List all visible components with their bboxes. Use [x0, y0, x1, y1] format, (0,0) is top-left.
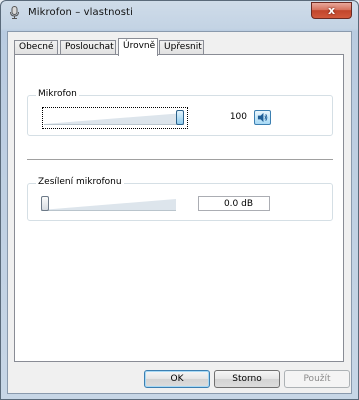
microphone-boost-slider[interactable]: [41, 195, 176, 213]
close-button[interactable]: x: [311, 2, 352, 19]
microphone-icon: [10, 6, 19, 19]
slider-track: [44, 113, 184, 125]
separator: [27, 159, 333, 160]
tab-advanced[interactable]: Upřesnit: [159, 40, 204, 54]
window-title: Mikrofon – vlastnosti: [28, 7, 133, 18]
dialog-body: Obecné Poslouchat Úrovně Upřesnit Mikrof…: [7, 31, 352, 394]
title-bar[interactable]: Mikrofon – vlastnosti x: [1, 1, 358, 26]
apply-button[interactable]: Použít: [284, 370, 350, 388]
tab-general[interactable]: Obecné: [14, 40, 58, 54]
levels-panel: Mikrofon 100 Zesílení mikrofonu 0.0 dB: [14, 54, 344, 362]
slider-track: [41, 199, 176, 211]
microphone-group-label: Mikrofon: [36, 88, 79, 100]
microphone-boost-label: Zesílení mikrofonu: [36, 176, 124, 188]
microphone-boost-group: Zesílení mikrofonu 0.0 dB: [27, 176, 333, 221]
tab-listen[interactable]: Poslouchat: [60, 40, 116, 54]
boost-slider-thumb[interactable]: [41, 196, 49, 211]
ok-button[interactable]: OK: [144, 370, 210, 388]
tab-levels[interactable]: Úrovně: [118, 38, 158, 56]
speaker-icon: [257, 112, 268, 123]
boost-value-field: 0.0 dB: [198, 196, 270, 211]
microphone-level-slider[interactable]: [44, 109, 184, 127]
mute-button[interactable]: [254, 110, 271, 125]
microphone-level-value: 100: [229, 112, 247, 122]
properties-window: Mikrofon – vlastnosti x Obecné Posloucha…: [0, 0, 359, 400]
microphone-slider-thumb[interactable]: [176, 110, 184, 125]
close-icon: x: [327, 4, 336, 17]
boost-value: 0.0 dB: [223, 199, 253, 209]
microphone-group: Mikrofon 100: [27, 88, 333, 136]
cancel-button[interactable]: Storno: [214, 370, 280, 388]
